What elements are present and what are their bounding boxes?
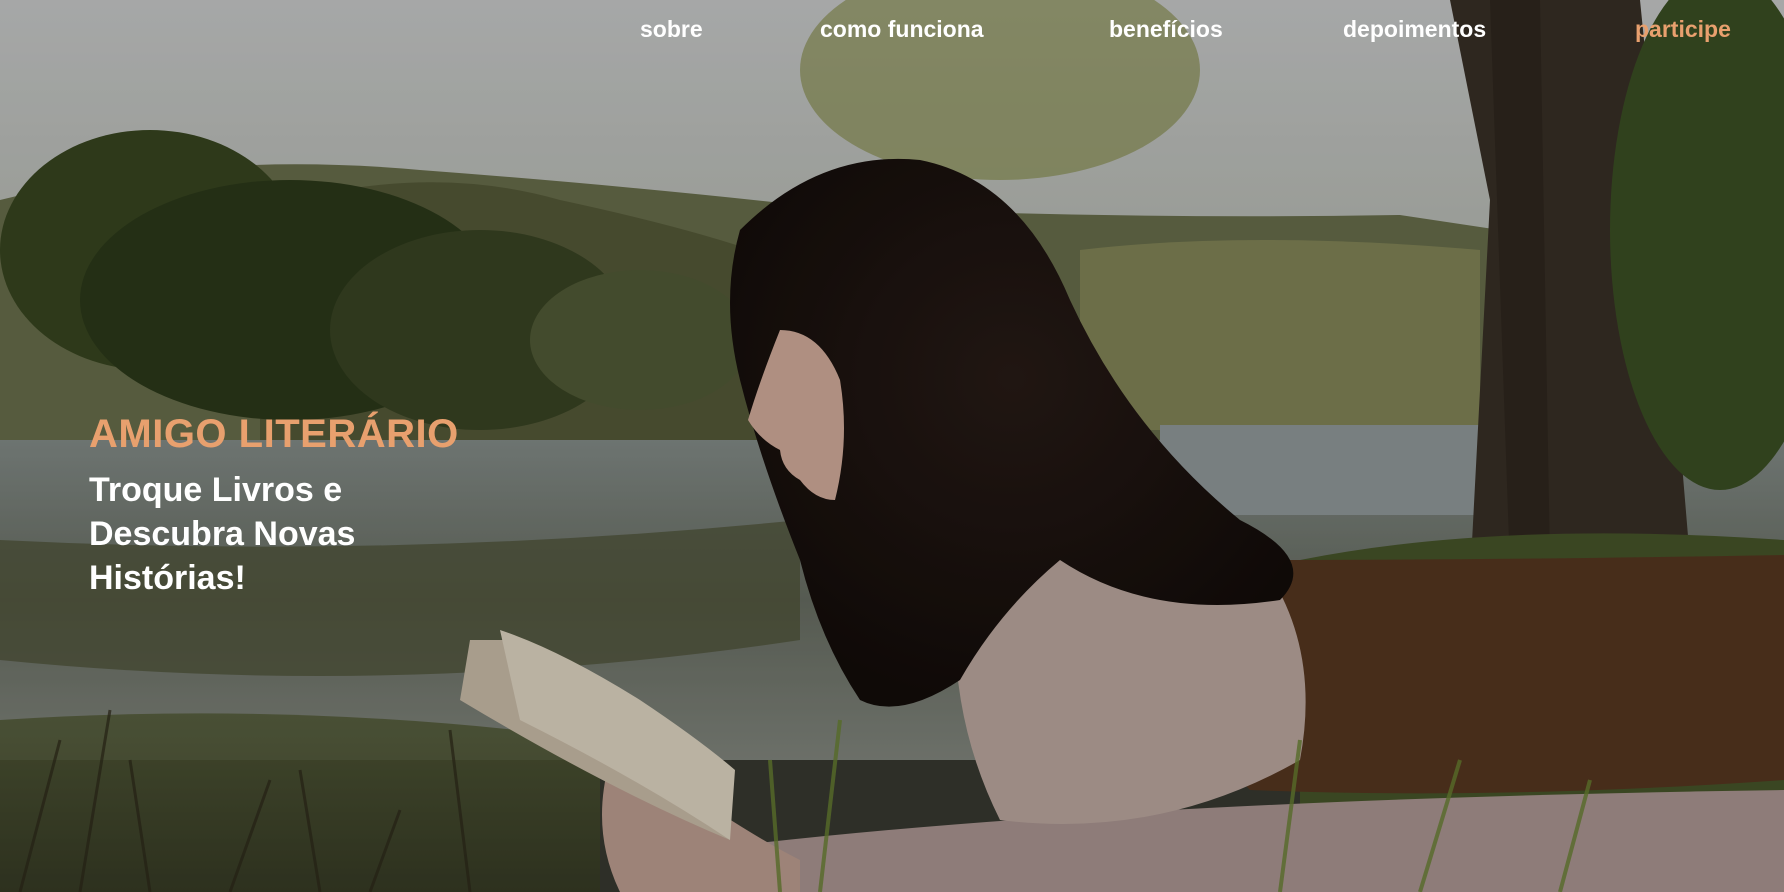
hero-tagline: Troque Livros e Descubra Novas Histórias…	[89, 471, 356, 597]
nav-link-beneficios[interactable]: benefícios	[1109, 16, 1223, 43]
hero-text-block: AMIGO LITERÁRIO Troque Livros e Descubra…	[89, 408, 609, 600]
nav-link-depoimentos[interactable]: depoimentos	[1343, 16, 1486, 43]
main-nav: sobre como funciona benefícios depoiment…	[0, 0, 1784, 62]
hero-section: sobre como funciona benefícios depoiment…	[0, 0, 1784, 892]
nav-link-sobre[interactable]: sobre	[640, 16, 703, 43]
nav-link-participe[interactable]: participe	[1635, 16, 1731, 43]
nav-link-como-funciona[interactable]: como funciona	[820, 16, 984, 43]
brand-title: AMIGO LITERÁRIO	[89, 412, 459, 456]
